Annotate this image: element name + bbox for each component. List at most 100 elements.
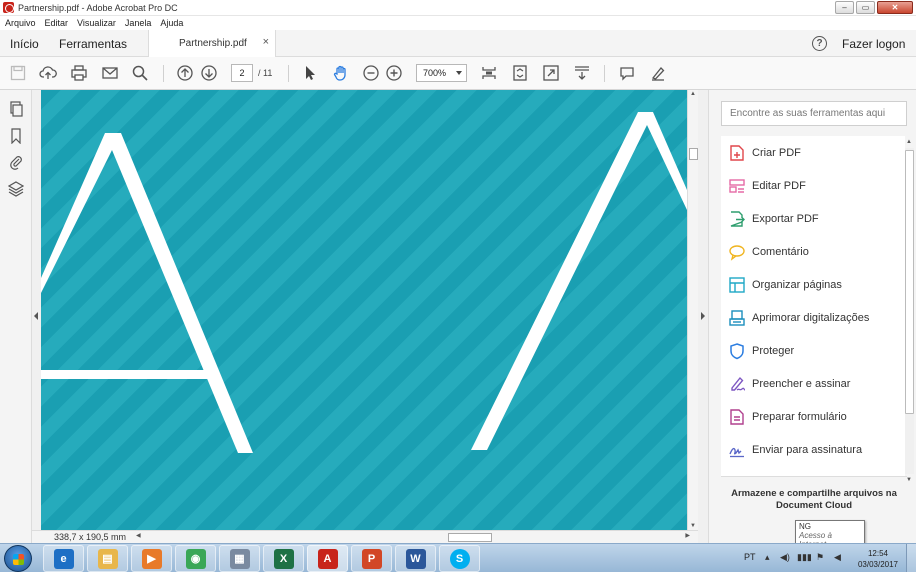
vertical-scroll-thumb[interactable]: [689, 148, 698, 160]
page-thumbnails-icon[interactable]: [8, 101, 24, 117]
speaker-icon[interactable]: ◀: [834, 552, 841, 563]
tab-document[interactable]: Partnership.pdf ×: [148, 30, 276, 57]
taskbar-calculator[interactable]: ▦: [219, 545, 260, 572]
fit-page-icon[interactable]: [511, 64, 529, 82]
close-tab-icon[interactable]: ×: [263, 36, 269, 48]
menu-janela[interactable]: Janela: [125, 18, 152, 28]
tools-pane: Encontre as suas ferramentas aqui Criar …: [708, 90, 916, 543]
document-cloud-promo[interactable]: Armazene e compartilhe arquivos na Docum…: [721, 488, 907, 512]
login-link[interactable]: Fazer logon: [842, 37, 905, 51]
maximize-button[interactable]: ▭: [856, 1, 875, 14]
start-button[interactable]: [4, 545, 32, 572]
highlight-pen-icon[interactable]: [649, 64, 667, 82]
network-tooltip: NG Acesso à Internet: [795, 520, 865, 549]
layers-icon[interactable]: [7, 181, 25, 197]
scroll-up-arrow-icon[interactable]: ▲: [690, 91, 696, 97]
menu-editar[interactable]: Editar: [45, 18, 69, 28]
previous-page-icon[interactable]: [176, 64, 194, 82]
comment-icon[interactable]: [618, 64, 636, 82]
protect-icon: [728, 342, 746, 360]
word-icon: W: [405, 548, 426, 569]
document-view[interactable]: [41, 90, 687, 530]
document-vertical-scrollbar[interactable]: ▲ ▼: [687, 90, 698, 530]
menu-visualizar[interactable]: Visualizar: [77, 18, 116, 28]
tab-bar: Início Ferramentas Partnership.pdf × ? F…: [0, 30, 916, 57]
taskbar-skype[interactable]: S: [439, 545, 480, 572]
tooltip-network-name: NG: [799, 522, 811, 531]
search-icon[interactable]: [131, 64, 149, 82]
tool-enviar-para-assinatura[interactable]: Enviar para assinatura: [721, 438, 905, 462]
toolbar: 2 / 11 700%: [0, 57, 916, 90]
select-cursor-icon[interactable]: [301, 64, 319, 82]
minimize-button[interactable]: –: [835, 1, 854, 14]
tools-scroll-thumb[interactable]: [905, 150, 914, 414]
upload-cloud-icon[interactable]: [39, 64, 57, 82]
toolbar-divider: [163, 65, 164, 82]
scroll-right-arrow-icon[interactable]: ▶: [685, 532, 690, 539]
internet-explorer-icon: e: [53, 548, 74, 569]
language-indicator[interactable]: PT: [744, 552, 756, 562]
read-mode-icon[interactable]: [573, 64, 591, 82]
print-icon[interactable]: [70, 64, 88, 82]
volume-alert-icon[interactable]: ◀): [780, 552, 790, 563]
tool-comentario[interactable]: Comentário: [721, 240, 905, 264]
tool-exportar-pdf[interactable]: Exportar PDF: [721, 207, 905, 231]
taskbar-internet-explorer[interactable]: e: [43, 545, 84, 572]
taskbar: e ▤ ▶ ◉ ▦ X A P W S PT ▴ ◀) ▮▮▮ ⚑ ◀ 12:5…: [0, 543, 916, 572]
collapse-right-pane-icon[interactable]: [701, 312, 705, 320]
system-clock[interactable]: 12:54 03/03/2017: [856, 548, 900, 570]
action-center-icon[interactable]: ⚑: [816, 552, 824, 563]
tool-editar-pdf[interactable]: Editar PDF: [721, 174, 905, 198]
bookmarks-icon[interactable]: [8, 128, 24, 145]
taskbar-powerpoint[interactable]: P: [351, 545, 392, 572]
zoom-select[interactable]: 700%: [416, 64, 467, 82]
email-icon[interactable]: [101, 64, 119, 82]
menu-arquivo[interactable]: Arquivo: [5, 18, 36, 28]
menu-bar: Arquivo Editar Visualizar Janela Ajuda: [0, 16, 916, 30]
tool-aprimorar-digitalizacoes[interactable]: Aprimorar digitalizações: [721, 306, 905, 330]
help-icon[interactable]: ?: [812, 36, 827, 51]
scroll-up-arrow-icon[interactable]: ▲: [906, 139, 912, 145]
zoom-value: 700%: [423, 68, 447, 78]
network-signal-icon[interactable]: ▮▮▮: [797, 552, 812, 563]
tool-proteger[interactable]: Proteger: [721, 339, 905, 363]
save-icon[interactable]: [9, 64, 27, 82]
tool-label: Editar PDF: [752, 180, 806, 192]
taskbar-excel[interactable]: X: [263, 545, 304, 572]
hand-tool-icon[interactable]: [332, 64, 350, 82]
acrobat-app-icon: [3, 2, 14, 13]
taskbar-acrobat[interactable]: A: [307, 545, 348, 572]
page-number-input[interactable]: 2: [231, 64, 253, 82]
tool-preencher-e-assinar[interactable]: Preencher e assinar: [721, 372, 905, 396]
tab-home[interactable]: Início: [10, 37, 39, 51]
taskbar-media-player[interactable]: ▶: [131, 545, 172, 572]
window-controls: – ▭ ✕: [835, 1, 913, 14]
tool-preparar-formulario[interactable]: Preparar formulário: [721, 405, 905, 429]
menu-ajuda[interactable]: Ajuda: [160, 18, 183, 28]
scroll-down-arrow-icon[interactable]: ▼: [906, 477, 912, 483]
zoom-out-icon[interactable]: [362, 64, 380, 82]
scroll-down-arrow-icon[interactable]: ▼: [690, 523, 696, 529]
attachments-icon[interactable]: [8, 154, 24, 170]
tool-criar-pdf[interactable]: Criar PDF: [721, 141, 905, 165]
document-horizontal-scrollbar[interactable]: ◀ ▶: [136, 533, 690, 542]
next-page-icon[interactable]: [200, 64, 218, 82]
edit-pdf-icon: [728, 177, 746, 195]
tools-search-input[interactable]: Encontre as suas ferramentas aqui: [721, 101, 907, 126]
scroll-left-arrow-icon[interactable]: ◀: [136, 532, 141, 539]
close-button[interactable]: ✕: [877, 1, 913, 14]
show-hidden-icons-icon[interactable]: ▴: [765, 552, 770, 563]
scrolling-mode-icon[interactable]: [480, 64, 498, 82]
taskbar-chrome[interactable]: ◉: [175, 545, 216, 572]
tools-scrollbar[interactable]: ▲ ▼: [905, 139, 914, 483]
full-screen-icon[interactable]: [542, 64, 560, 82]
tab-tools[interactable]: Ferramentas: [59, 37, 127, 51]
chrome-icon: ◉: [185, 548, 206, 569]
expand-left-pane-icon[interactable]: [34, 312, 38, 320]
show-desktop-button[interactable]: [906, 544, 916, 572]
taskbar-word[interactable]: W: [395, 545, 436, 572]
tool-organizar-paginas[interactable]: Organizar páginas: [721, 273, 905, 297]
taskbar-file-explorer[interactable]: ▤: [87, 545, 128, 572]
horizontal-scroll-thumb[interactable]: [448, 533, 492, 542]
zoom-in-icon[interactable]: [385, 64, 403, 82]
